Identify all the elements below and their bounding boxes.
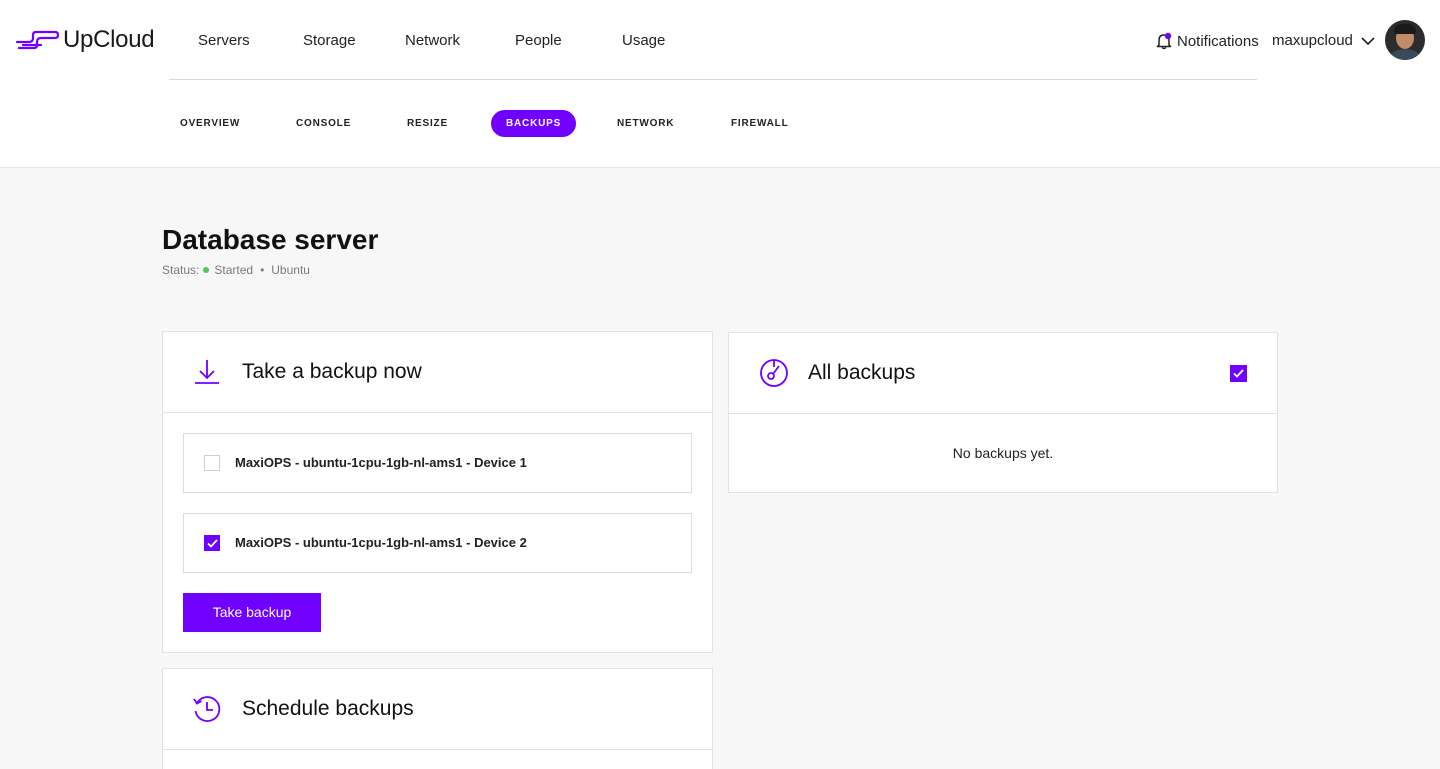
server-status: Status: Started • Ubuntu bbox=[162, 263, 310, 277]
notifications-button[interactable]: Notifications bbox=[1156, 32, 1259, 50]
all-backups-title: All backups bbox=[808, 361, 916, 384]
top-header: UpCloud Servers Storage Network People U… bbox=[0, 0, 1440, 168]
user-menu[interactable]: maxupcloud bbox=[1272, 32, 1375, 49]
tab-resize[interactable]: RESIZE bbox=[392, 110, 463, 137]
username-label: maxupcloud bbox=[1272, 32, 1353, 49]
notifications-label: Notifications bbox=[1177, 32, 1259, 50]
all-backups-header: All backups bbox=[729, 333, 1277, 414]
tab-network[interactable]: NETWORK bbox=[602, 110, 689, 137]
schedule-backups-header[interactable]: Schedule backups bbox=[163, 669, 712, 750]
tab-backups[interactable]: BACKUPS bbox=[491, 110, 577, 137]
status-value: Started bbox=[214, 263, 254, 277]
page-title: Database server bbox=[162, 224, 379, 255]
download-icon bbox=[195, 360, 219, 384]
device-1-checkbox[interactable] bbox=[204, 455, 220, 471]
tab-console[interactable]: CONSOLE bbox=[281, 110, 366, 137]
take-backup-card: Take a backup now MaxiOPS - ubuntu-1cpu-… bbox=[162, 331, 713, 653]
os-label: Ubuntu bbox=[271, 263, 310, 277]
status-separator: • bbox=[260, 263, 265, 277]
select-all-backups-checkbox[interactable] bbox=[1230, 365, 1247, 382]
upcloud-logo-icon bbox=[15, 30, 59, 50]
chevron-down-icon bbox=[1361, 36, 1375, 45]
nav-usage[interactable]: Usage bbox=[622, 32, 665, 49]
device-row[interactable]: MaxiOPS - ubuntu-1cpu-1gb-nl-ams1 - Devi… bbox=[183, 513, 692, 573]
empty-backups-message: No backups yet. bbox=[952, 445, 1054, 461]
take-backup-title: Take a backup now bbox=[242, 360, 422, 383]
tab-overview[interactable]: OVERVIEW bbox=[165, 110, 255, 137]
device-2-label: MaxiOPS - ubuntu-1cpu-1gb-nl-ams1 - Devi… bbox=[235, 535, 527, 550]
brand-name: UpCloud bbox=[63, 26, 155, 53]
take-backup-header: Take a backup now bbox=[163, 332, 712, 413]
device-2-checkbox[interactable] bbox=[204, 535, 220, 551]
user-avatar[interactable] bbox=[1385, 20, 1425, 60]
tab-firewall[interactable]: FIREWALL bbox=[716, 110, 804, 137]
schedule-backups-card: Schedule backups bbox=[162, 668, 713, 769]
device-row[interactable]: MaxiOPS - ubuntu-1cpu-1gb-nl-ams1 - Devi… bbox=[183, 433, 692, 493]
nav-storage[interactable]: Storage bbox=[303, 32, 356, 49]
device-1-label: MaxiOPS - ubuntu-1cpu-1gb-nl-ams1 - Devi… bbox=[235, 455, 527, 470]
nav-servers[interactable]: Servers bbox=[198, 32, 250, 49]
header-divider bbox=[169, 79, 1257, 80]
status-dot-icon bbox=[203, 267, 210, 273]
upcloud-logo[interactable]: UpCloud bbox=[15, 26, 155, 54]
schedule-backups-title: Schedule backups bbox=[242, 697, 414, 720]
disc-backup-icon bbox=[760, 359, 788, 387]
checkmark-icon bbox=[1233, 369, 1244, 378]
all-backups-card: All backups No backups yet. bbox=[728, 332, 1278, 493]
take-backup-button[interactable]: Take backup bbox=[183, 593, 321, 632]
checkmark-icon bbox=[207, 539, 218, 548]
nav-network[interactable]: Network bbox=[405, 32, 460, 49]
status-label: Status: bbox=[162, 263, 200, 277]
bell-icon bbox=[1156, 32, 1172, 50]
nav-people[interactable]: People bbox=[515, 32, 562, 49]
clock-history-icon bbox=[193, 696, 221, 722]
